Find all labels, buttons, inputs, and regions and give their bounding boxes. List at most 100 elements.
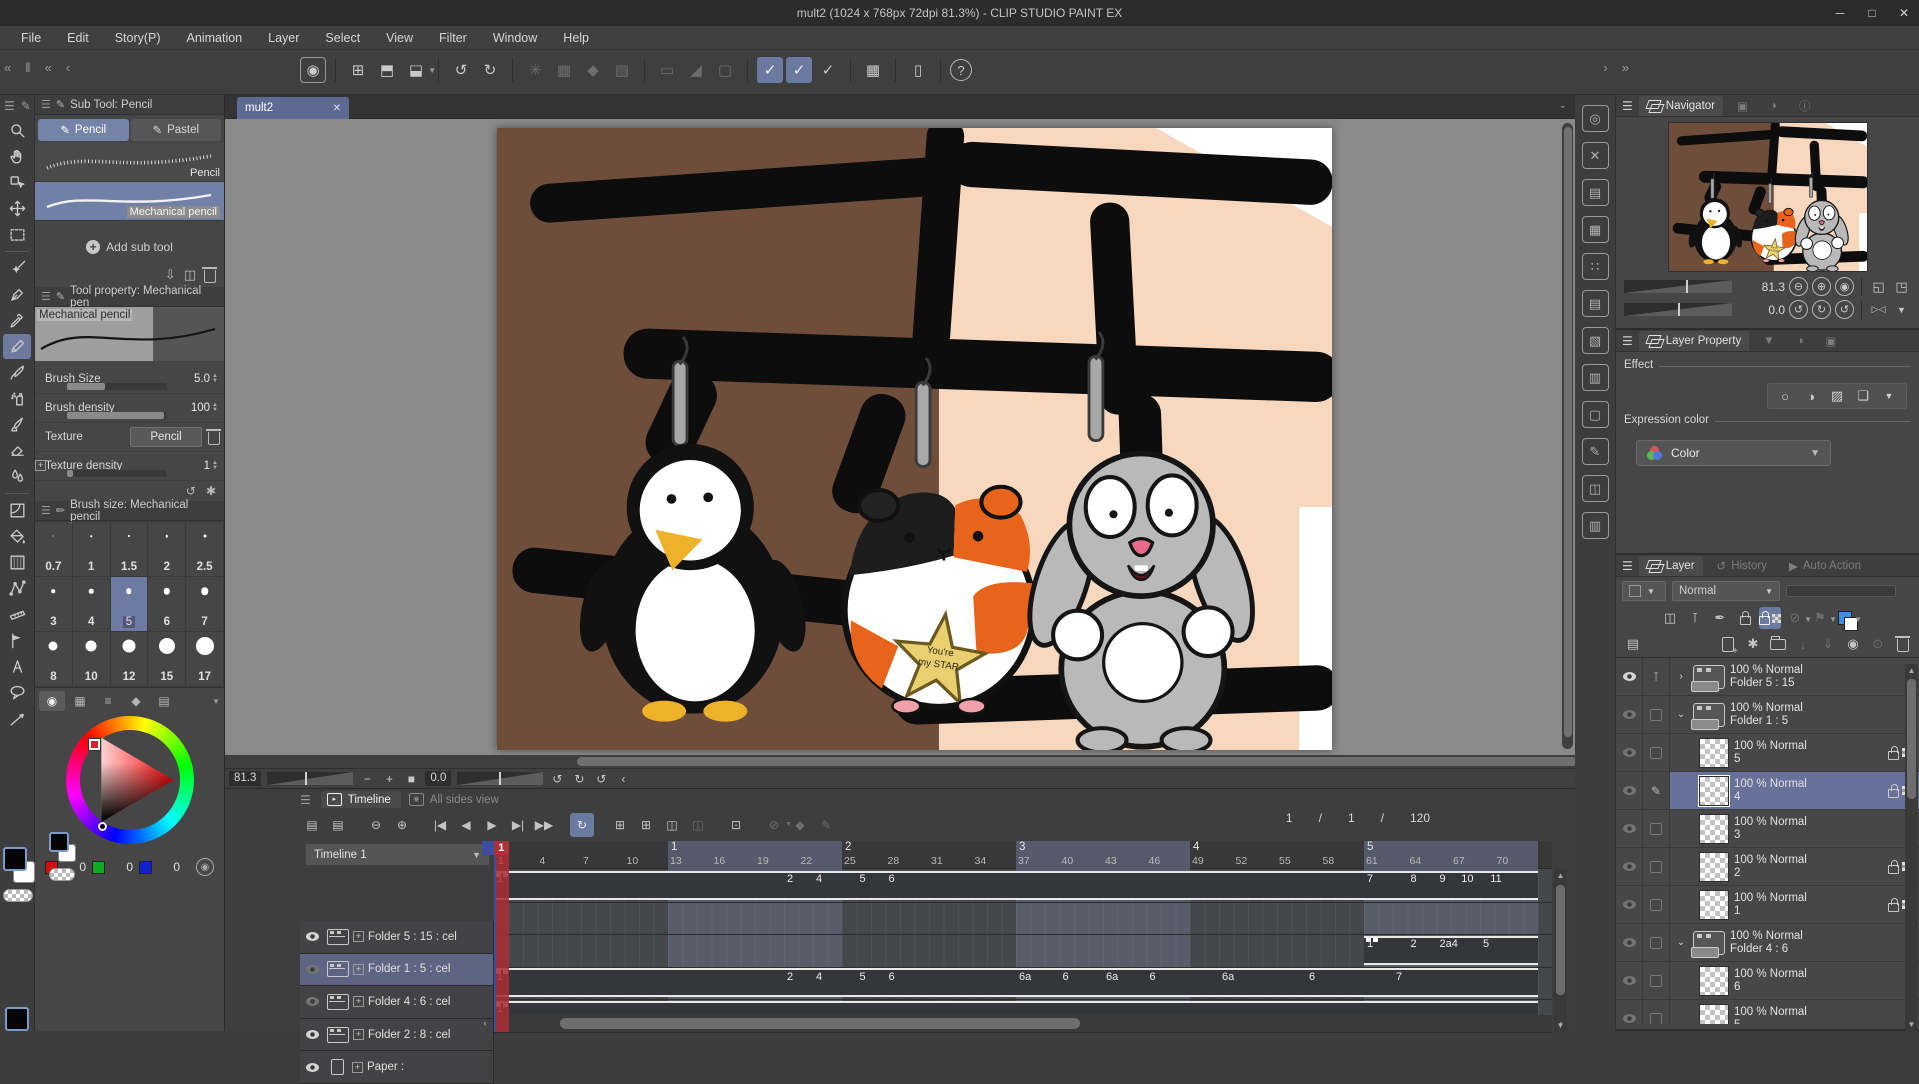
sv-handle[interactable] bbox=[98, 822, 107, 831]
timeline-clip[interactable] bbox=[494, 968, 1538, 997]
stepper-icon[interactable]: ▲▼ bbox=[212, 403, 218, 413]
new-cel-on-layer-icon[interactable]: ⊞ bbox=[634, 813, 658, 837]
chevron-down-icon[interactable]: ▼ bbox=[212, 697, 220, 706]
rotate-slider[interactable] bbox=[457, 772, 543, 785]
property-slider[interactable] bbox=[67, 412, 167, 419]
canvas-horizontal-scrollbar[interactable] bbox=[225, 755, 1575, 768]
move-layer-tool[interactable] bbox=[3, 196, 31, 221]
color-slider-tab-icon[interactable]: ≡ bbox=[95, 691, 121, 711]
snap-to-grid-icon[interactable]: ✓ bbox=[815, 57, 841, 83]
draft-layer-icon[interactable]: ✒ bbox=[1709, 607, 1731, 629]
loop-play-icon[interactable]: ↻ bbox=[570, 813, 594, 837]
brush-size-2[interactable]: 2 bbox=[148, 522, 186, 577]
eraser-tool[interactable] bbox=[3, 438, 31, 463]
batch-process-icon[interactable]: ◆ bbox=[788, 813, 812, 837]
rotate-ccw-icon[interactable]: ↺ bbox=[549, 772, 565, 786]
maximize-button[interactable]: □ bbox=[1863, 6, 1881, 20]
layer-row-6[interactable]: 100 % Normal6 bbox=[1616, 962, 1919, 1000]
play-icon[interactable]: ▶ bbox=[480, 813, 504, 837]
layer-row-1[interactable]: 100 % Normal1 bbox=[1616, 886, 1919, 924]
cel-number[interactable]: 4 bbox=[816, 971, 822, 983]
layer-checkbox[interactable] bbox=[1650, 937, 1662, 949]
auto-select-tool[interactable] bbox=[3, 256, 31, 281]
cel-number[interactable]: 8 bbox=[1411, 873, 1417, 885]
new-document-icon[interactable]: ⊞ bbox=[345, 57, 371, 83]
zoom-out-icon[interactable]: − bbox=[359, 772, 375, 786]
navigator-zoom-in-icon[interactable]: ⊕ bbox=[1812, 277, 1831, 296]
pen-tool[interactable] bbox=[3, 282, 31, 307]
enable-keyframes-icon[interactable]: ⊺ bbox=[1684, 607, 1706, 629]
panel-menu-icon[interactable]: ☰ bbox=[300, 793, 311, 807]
layer-row-3[interactable]: 100 % Normal3 bbox=[1616, 810, 1919, 848]
tone-icon[interactable]: ▢ bbox=[712, 57, 738, 83]
zoom-slider[interactable] bbox=[267, 772, 353, 785]
cel-number[interactable]: 2 bbox=[1411, 938, 1417, 950]
figure-tool[interactable] bbox=[3, 576, 31, 601]
material-folder-palette-icon[interactable]: ▤ bbox=[1582, 290, 1609, 317]
tab-tone[interactable]: ◑ bbox=[1789, 331, 1812, 351]
cel-number[interactable]: 7 bbox=[1367, 873, 1373, 885]
layer-checkbox[interactable] bbox=[1650, 899, 1662, 911]
canvas-page[interactable] bbox=[497, 128, 1332, 750]
menu-item-storyp[interactable]: Story(P) bbox=[102, 26, 174, 50]
zoom-out-timeline-icon[interactable]: ⊖ bbox=[364, 813, 388, 837]
panel-menu-icon[interactable]: ☰ bbox=[41, 504, 51, 517]
layer-row-folder-1-5[interactable]: ⌄100 % NormalFolder 1 : 5 bbox=[1616, 696, 1919, 734]
tab-layer-property[interactable]: Layer Property bbox=[1639, 331, 1749, 351]
cel-number[interactable]: 5 bbox=[860, 873, 866, 885]
brush-size-12[interactable]: 12 bbox=[111, 632, 149, 687]
panel-menu-icon[interactable]: ☰ bbox=[1622, 559, 1633, 573]
visibility-eye-icon[interactable] bbox=[1623, 900, 1636, 909]
playhead-column[interactable] bbox=[494, 841, 509, 1032]
visibility-eye-icon[interactable] bbox=[306, 965, 319, 974]
scroll-up-icon[interactable]: ▲ bbox=[1554, 869, 1567, 882]
expand-arrow-icon[interactable]: › bbox=[1674, 671, 1688, 682]
visibility-eye-icon[interactable] bbox=[1623, 710, 1636, 719]
timeline-clip[interactable] bbox=[494, 871, 1538, 900]
expand-track-icon[interactable]: + bbox=[352, 1062, 363, 1073]
close-palette-icon[interactable]: ✕ bbox=[1582, 142, 1609, 169]
layer-thumbnail[interactable] bbox=[1699, 1004, 1729, 1025]
flag-tool[interactable] bbox=[3, 628, 31, 653]
stats-palette-icon[interactable]: ▥ bbox=[1582, 512, 1609, 539]
panel-menu-icon[interactable]: ☰ bbox=[1622, 99, 1633, 113]
lock-layer-icon[interactable] bbox=[1734, 607, 1756, 629]
main-color-swatch[interactable] bbox=[49, 832, 69, 852]
sub-tool-item-mechanical-pencil[interactable]: Mechanical pencil bbox=[35, 182, 224, 221]
fit-to-screen-icon[interactable]: ■ bbox=[403, 772, 419, 786]
intermediate-color-tab-icon[interactable]: ▤ bbox=[151, 691, 177, 711]
layer-checkbox[interactable] bbox=[1650, 747, 1662, 759]
layer-row-5[interactable]: 100 % Normal5 bbox=[1616, 1000, 1919, 1024]
tab-list-chevron-icon[interactable]: ⌄ bbox=[1559, 100, 1567, 111]
layer-row-folder-5-15[interactable]: ⊺›100 % NormalFolder 5 : 15 bbox=[1616, 658, 1919, 696]
cel-number[interactable]: 1 bbox=[1367, 938, 1373, 950]
zoom-in-icon[interactable]: + bbox=[381, 772, 397, 786]
visibility-eye-icon[interactable] bbox=[306, 1030, 319, 1039]
brush-size-2.5[interactable]: 2.5 bbox=[186, 522, 224, 577]
copy-sub-tool-icon[interactable]: ◫ bbox=[184, 267, 196, 283]
cel-number[interactable]: 9 bbox=[1440, 873, 1446, 885]
effect-border-icon[interactable]: ○ bbox=[1774, 387, 1796, 405]
snap-to-ruler-icon[interactable]: ✓ bbox=[757, 57, 783, 83]
panel-menu-icon[interactable]: ☰ bbox=[41, 290, 51, 303]
rotate-cw-icon[interactable]: ↻ bbox=[571, 772, 587, 786]
pencil-tool[interactable] bbox=[3, 334, 31, 359]
layer-color-icon[interactable]: ▼ bbox=[1834, 607, 1856, 629]
layer-checkbox[interactable] bbox=[1650, 709, 1662, 721]
layer-thumbnail[interactable] bbox=[1699, 738, 1729, 768]
brush-size-1.5[interactable]: 1.5 bbox=[111, 522, 149, 577]
navigator-zoom-out-icon[interactable]: ⊖ bbox=[1789, 277, 1808, 296]
layer-checkbox[interactable] bbox=[1650, 1013, 1662, 1025]
tab-sub-view[interactable]: ▣ bbox=[1729, 96, 1756, 116]
release-cel-icon[interactable]: ◫ bbox=[686, 813, 710, 837]
fit-to-window-icon[interactable]: ◱ bbox=[1869, 277, 1888, 296]
menu-item-edit[interactable]: Edit bbox=[54, 26, 102, 50]
rotate-ccw-icon[interactable]: ↺ bbox=[1789, 300, 1808, 319]
clip-studio-logo-icon[interactable]: ◉ bbox=[300, 57, 326, 83]
material-dots-palette-icon[interactable]: ∷ bbox=[1582, 253, 1609, 280]
cel-number[interactable]: 6 bbox=[1063, 971, 1069, 983]
collapse-arrow-icon[interactable]: ‖ bbox=[25, 60, 30, 75]
fill-tool[interactable] bbox=[3, 524, 31, 549]
layer-thumbnail[interactable] bbox=[1699, 852, 1729, 882]
brush-size-6[interactable]: 6 bbox=[148, 577, 186, 632]
